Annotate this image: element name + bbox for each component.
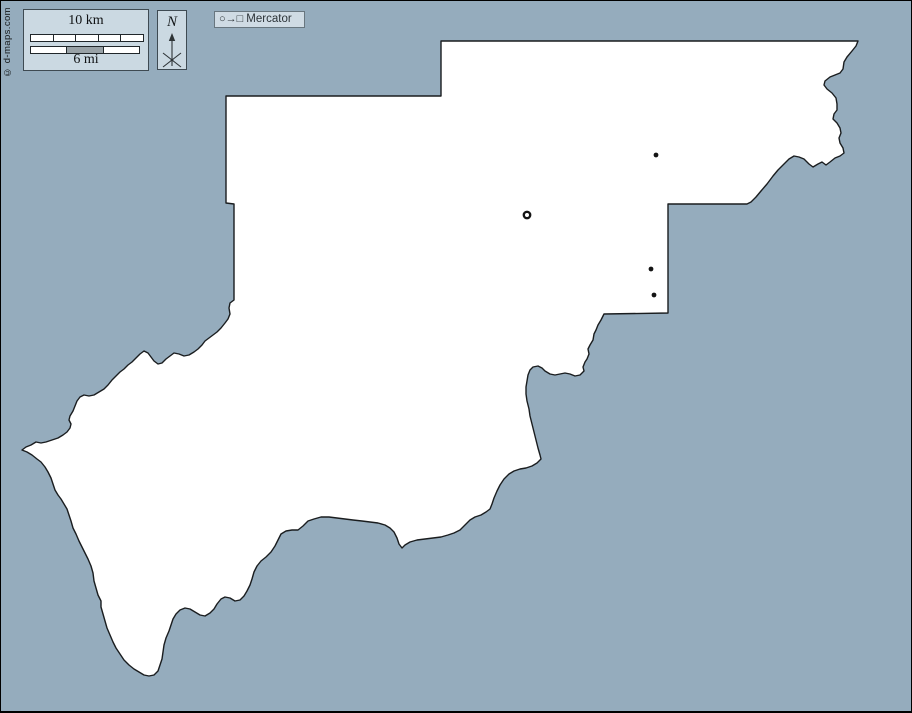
compass: N — [157, 10, 187, 70]
km-bar — [30, 34, 144, 42]
scale-segment — [99, 35, 122, 41]
map-page: © d-maps.com 10 km 6 mi N ○→□ Mercator — [0, 0, 912, 713]
city-ring-marker — [524, 212, 530, 218]
scale-segment — [31, 35, 54, 41]
projection-name: Mercator — [246, 14, 291, 26]
compass-rose-icon — [159, 32, 185, 68]
scale-bar: 10 km 6 mi — [23, 9, 149, 71]
north-label: N — [158, 14, 186, 31]
scale-km-label: 10 km — [24, 13, 148, 29]
map-canvas — [1, 1, 912, 713]
scale-segment — [54, 35, 77, 41]
credit-text: © d-maps.com — [2, 7, 13, 78]
town-dot-marker — [654, 153, 659, 158]
region-outline — [22, 41, 858, 676]
projection-label: ○→□ Mercator — [214, 11, 305, 28]
town-dot-marker — [649, 267, 654, 272]
scale-mi-label: 6 mi — [24, 52, 148, 68]
town-dot-marker — [652, 293, 657, 298]
scale-segment — [121, 35, 143, 41]
projection-symbols-icon: ○→□ — [219, 14, 243, 25]
scale-segment — [76, 35, 99, 41]
